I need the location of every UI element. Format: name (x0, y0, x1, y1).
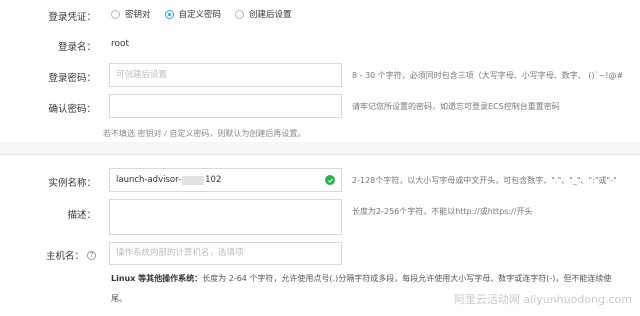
hostname-rule: Linux 等其他操作系统：长度为 2-64 个字符，允许使用点号(.)分隔字符… (111, 273, 611, 284)
help-icon[interactable]: ? (87, 250, 96, 260)
credential-radio-group: 密钥对 自定义密码 创建后设置 (111, 8, 292, 20)
credential-note: 若不填选 密钥对 / 自定义密码，则默认为创建后再设置。 (103, 129, 306, 138)
password-label: 登录密码： (48, 73, 96, 84)
section-separator (0, 142, 640, 154)
hostname-input[interactable]: 操作系统内部的计算机名，选填项 (109, 242, 342, 265)
hostname-label: 主机名： (45, 251, 84, 262)
login-name-value: root (111, 39, 130, 49)
radio-keypair[interactable] (111, 9, 120, 19)
credential-option-later-label: 创建后设置 (249, 10, 292, 20)
hostname-rule-text: 长度为 2-64 个字符，允许使用点号(.)分隔字符成多段，每段允许使用大小写字… (202, 274, 612, 283)
hostname-rule-title: Linux 等其他操作系统： (111, 274, 203, 283)
radio-custom-password[interactable] (164, 9, 174, 19)
confirm-password-label: 确认密码： (48, 104, 96, 115)
instance-name-hint: 2-128个字符，以大小写字母或中文开头，可包含数字、"."、"_"、":"或"… (352, 176, 617, 185)
login-name-label: 登录名： (57, 42, 96, 53)
instance-name-prefix: launch-advisor- (116, 175, 182, 185)
radio-set-later[interactable] (235, 9, 245, 19)
credential-option-keypair[interactable]: 密钥对 (111, 8, 151, 20)
confirm-password-input[interactable] (109, 94, 342, 118)
hostname-label-group: 主机名： ? (0, 248, 96, 262)
password-hint: 8 - 30 个字符，必须同时包含三项（大写字母、小写字母、数字、 ()`~!@… (352, 71, 624, 80)
description-textarea[interactable] (109, 199, 342, 235)
credential-label: 登录凭证： (48, 12, 96, 23)
instance-name-label: 实例名称： (48, 178, 96, 189)
instance-name-input[interactable]: launch-advisor- 102 (109, 168, 342, 192)
valid-check-icon (325, 175, 335, 185)
section-divider (0, 154, 640, 155)
confirm-password-hint: 请牢记您所设置的密码，如遗忘可登录ECS控制台重置密码 (352, 102, 560, 111)
hostname-rule-continued: 尾。 (111, 294, 127, 303)
credential-option-keypair-label: 密钥对 (125, 10, 151, 20)
credential-option-custom-password[interactable]: 自定义密码 (164, 8, 222, 20)
instance-name-suffix: 102 (205, 175, 222, 185)
redacted-mask (182, 175, 205, 185)
password-input[interactable]: 可创建后设置 (109, 63, 342, 87)
credential-option-custom-password-label: 自定义密码 (178, 10, 222, 20)
credential-option-later[interactable]: 创建后设置 (235, 8, 292, 20)
description-hint: 长度为2-256个字符，不能以http://或https://开头 (352, 207, 533, 216)
description-label: 描述： (67, 210, 96, 221)
watermark-text: 阿里云活动网 aliyunhuodong.com (453, 293, 632, 306)
